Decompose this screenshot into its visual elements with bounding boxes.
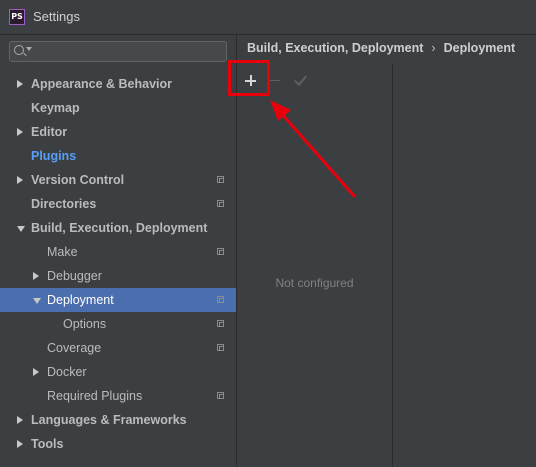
not-configured-message: Not configured [275, 276, 354, 290]
annotation-arrow [270, 100, 357, 198]
